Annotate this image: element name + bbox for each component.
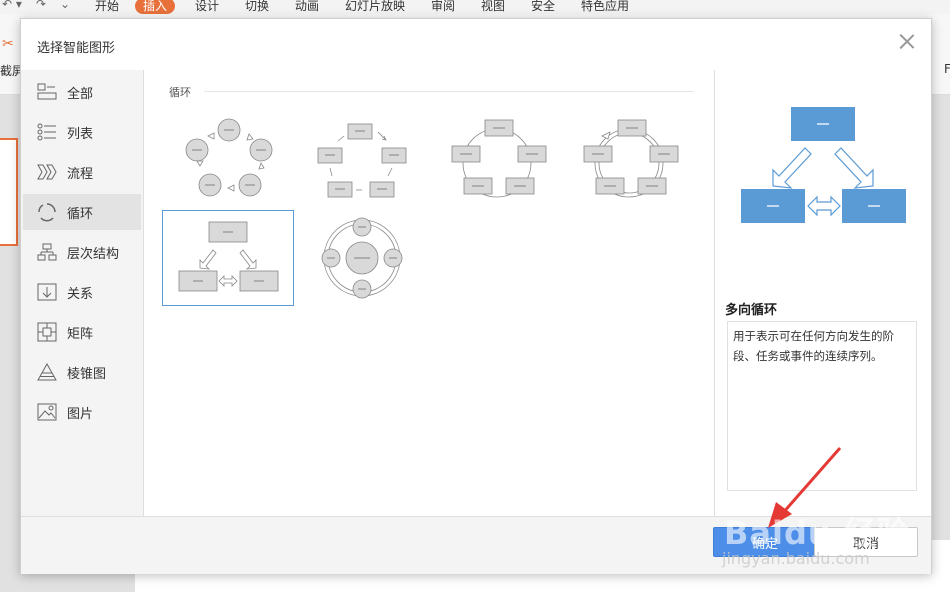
matrix-icon [37,322,57,342]
relationship-icon [37,282,57,302]
category-item-cycle[interactable]: 循环 [23,194,141,230]
screenshot-scissors-icon[interactable]: ✂ [2,36,14,52]
cycle-icon [37,202,57,222]
category-sidebar: 全部 列表 流程 循环 层次结构 关系 矩阵 棱锥图 图片 [21,70,144,516]
close-icon[interactable] [897,31,917,51]
smartart-thumb-radial-cycle[interactable] [296,210,428,306]
preview-diagram [739,106,909,230]
category-item-matrix[interactable]: 矩阵 [23,314,141,350]
category-label: 全部 [67,86,94,102]
tab-transition[interactable]: 切换 [245,0,269,14]
category-label: 图片 [67,406,94,422]
smartart-thumb-basic-cycle[interactable] [164,106,296,202]
tab-special-apps[interactable]: 特色应用 [581,0,629,14]
pyramid-icon [37,362,57,382]
category-item-process[interactable]: 流程 [23,154,141,190]
smartart-gallery: 循环 [144,70,713,516]
picture-icon [37,402,57,422]
smartart-thumb-text-cycle[interactable] [296,106,428,202]
list-icon [37,122,57,142]
watermark-url: jingyan.baidu.com [722,549,870,568]
tab-security[interactable]: 安全 [531,0,555,14]
smartart-thumb-continuous-cycle[interactable] [560,106,692,202]
slide-thumbnail[interactable] [0,138,18,246]
section-divider [204,91,694,92]
watermark-logo: Baidu 经验 [724,514,910,552]
category-item-hierarchy[interactable]: 层次结构 [23,234,141,270]
hierarchy-icon [37,242,57,262]
smartart-all-icon [37,82,57,102]
tab-view[interactable]: 视图 [481,0,505,14]
tab-insert[interactable]: 插入 [135,0,176,14]
tab-slideshow[interactable]: 幻灯片放映 [345,0,405,14]
smartart-thumb-block-cycle[interactable] [428,106,560,202]
section-title: 循环 [169,86,191,99]
category-label: 列表 [67,126,94,142]
category-item-list[interactable]: 列表 [23,114,141,150]
category-item-all[interactable]: 全部 [23,74,141,110]
redo-icon[interactable]: ↷ [36,0,46,11]
undo-icon[interactable]: ↶ ▾ [2,0,22,11]
category-label: 流程 [67,166,94,182]
process-icon [37,162,57,182]
smartart-thumb-multidirectional-cycle[interactable] [162,210,294,306]
ribbon-right-label: F [944,62,950,76]
category-label: 循环 [67,206,94,222]
category-item-relationship[interactable]: 关系 [23,274,141,310]
tab-design[interactable]: 设计 [195,0,219,14]
tab-animation[interactable]: 动画 [295,0,319,14]
category-label: 矩阵 [67,326,94,342]
tab-review[interactable]: 审阅 [431,0,455,14]
category-item-picture[interactable]: 图片 [23,394,141,430]
category-item-pyramid[interactable]: 棱锥图 [23,354,141,390]
tab-start[interactable]: 开始 [95,0,119,14]
category-label: 层次结构 [67,246,120,262]
category-label: 棱锥图 [67,366,107,382]
category-label: 关系 [67,286,94,302]
quick-access-menu-icon[interactable]: ⌄ [60,0,70,11]
ribbon-tab-bar: ↶ ▾ ↷ ⌄ 开始 插入 设计 切换 动画 幻灯片放映 审阅 视图 安全 特色… [0,0,950,14]
dialog-title: 选择智能图形 [37,41,116,56]
preview-title: 多向循环 [725,303,778,318]
